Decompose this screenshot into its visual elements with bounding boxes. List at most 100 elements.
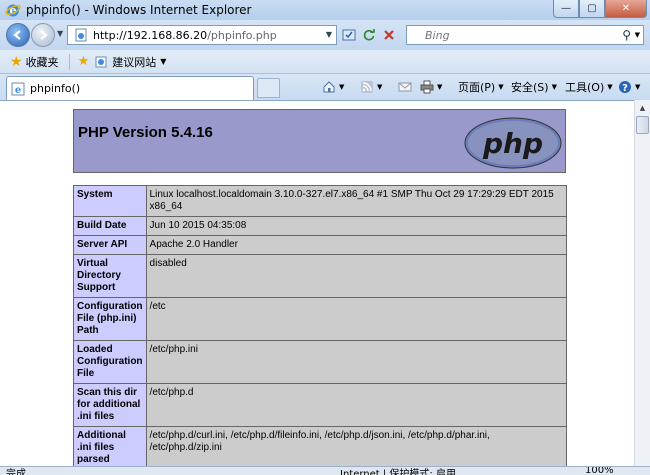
refresh-icon bbox=[363, 29, 375, 41]
close-window-button[interactable]: ✕ bbox=[605, 0, 647, 18]
home-button[interactable]: ▼ bbox=[322, 78, 344, 96]
window-title: phpinfo() - Windows Internet Explorer bbox=[26, 3, 252, 17]
tab-phpinfo[interactable]: e phpinfo() bbox=[6, 76, 254, 100]
svg-text:e: e bbox=[15, 85, 21, 96]
stop-icon bbox=[384, 30, 394, 40]
page-menu-label: 页面(P) bbox=[458, 81, 496, 94]
print-button[interactable]: ▼ bbox=[420, 78, 442, 96]
info-key: System bbox=[73, 185, 147, 217]
page-icon bbox=[75, 28, 87, 42]
search-options-dropdown-icon[interactable]: ▼ bbox=[635, 31, 640, 39]
suggested-sites-icon bbox=[95, 56, 107, 67]
chevron-down-icon: ▼ bbox=[551, 83, 557, 91]
chevron-down-icon: ▼ bbox=[437, 83, 443, 91]
new-tab-button[interactable] bbox=[257, 78, 280, 98]
security-zone[interactable]: Internet | 保护模式: 启用 bbox=[340, 467, 456, 475]
table-row: Virtual Directory Support disabled bbox=[73, 254, 568, 298]
info-key: Additional .ini files parsed bbox=[73, 426, 147, 466]
info-value: disabled bbox=[145, 254, 568, 298]
page-content: PHP Version 5.4.16 php System Linux local… bbox=[0, 100, 634, 466]
svg-text:?: ? bbox=[622, 83, 628, 94]
info-key: Virtual Directory Support bbox=[73, 254, 147, 298]
info-value: Apache 2.0 Handler bbox=[145, 235, 568, 255]
help-icon: ? bbox=[619, 81, 631, 94]
back-button[interactable] bbox=[6, 23, 30, 47]
search-input[interactable] bbox=[425, 28, 605, 42]
safety-menu[interactable]: 安全(S) ▼ bbox=[511, 78, 557, 96]
navigation-bar: ▼ http://192.168.86.20/phpinfo.php ▼ ⚲ ▼ bbox=[0, 20, 650, 50]
favorites-label: 收藏夹 bbox=[25, 55, 59, 69]
divider bbox=[68, 53, 70, 70]
address-dropdown-icon[interactable]: ▼ bbox=[326, 30, 332, 39]
compatibility-icon bbox=[342, 29, 356, 41]
tools-menu[interactable]: 工具(O) ▼ bbox=[565, 78, 613, 96]
scroll-up-icon[interactable]: ▲ bbox=[635, 100, 650, 116]
info-key: Loaded Configuration File bbox=[73, 340, 147, 384]
recent-pages-dropdown-icon[interactable]: ▼ bbox=[57, 29, 63, 38]
compatibility-view-button[interactable] bbox=[340, 25, 358, 45]
info-key: Scan this dir for additional .ini files bbox=[73, 383, 147, 427]
search-box[interactable]: ⚲ ▼ bbox=[406, 25, 644, 45]
favorites-bar: ★ 收藏夹 ★ 建议网站 ▼ bbox=[0, 50, 650, 74]
chevron-down-icon: ▼ bbox=[635, 83, 641, 91]
favorites-button[interactable]: ★ 收藏夹 bbox=[10, 54, 59, 70]
table-row: Build Date Jun 10 2015 04:35:08 bbox=[73, 216, 568, 236]
info-value: Jun 10 2015 04:35:08 bbox=[145, 216, 568, 236]
scrollbar-thumb[interactable] bbox=[636, 116, 649, 134]
php-header: PHP Version 5.4.16 php bbox=[73, 109, 566, 173]
table-row: Loaded Configuration File/etc/php.ini bbox=[73, 340, 568, 384]
chevron-down-icon: ▼ bbox=[377, 83, 383, 91]
info-value: /etc/php.d/curl.ini, /etc/php.d/fileinfo… bbox=[145, 426, 568, 466]
help-menu[interactable]: ? ▼ bbox=[618, 78, 640, 96]
safety-menu-label: 安全(S) bbox=[511, 81, 549, 94]
table-row: Additional .ini files parsed/etc/php.d/c… bbox=[73, 426, 568, 466]
suggested-sites-label: 建议网站 bbox=[112, 55, 157, 69]
zoom-level[interactable]: 100% bbox=[585, 467, 614, 475]
info-value: /etc bbox=[145, 297, 568, 341]
mail-icon bbox=[398, 82, 412, 92]
tools-menu-label: 工具(O) bbox=[565, 81, 605, 94]
suggested-sites-link[interactable]: 建议网站 ▼ bbox=[112, 54, 166, 70]
status-bar: 完成 Internet | 保护模式: 启用 100% bbox=[0, 466, 650, 475]
feeds-button[interactable]: ▼ bbox=[360, 78, 382, 96]
chevron-down-icon: ▼ bbox=[339, 83, 345, 91]
window-title-bar[interactable]: e phpinfo() - Windows Internet Explorer … bbox=[0, 0, 650, 20]
rss-feed-icon bbox=[361, 81, 373, 93]
php-info-table: System Linux localhost.localdomain 3.10.0… bbox=[73, 185, 568, 466]
url-path: /phpinfo.php bbox=[207, 28, 277, 42]
star-icon: ★ bbox=[10, 53, 23, 70]
back-arrow-icon bbox=[13, 30, 21, 40]
minimize-button[interactable]: — bbox=[553, 0, 579, 18]
info-value: Linux localhost.localdomain 3.10.0-327.e… bbox=[145, 185, 568, 217]
printer-icon bbox=[420, 80, 434, 94]
chevron-down-icon: ▼ bbox=[607, 83, 613, 91]
tab-label: phpinfo() bbox=[30, 82, 81, 95]
ie-page-icon: e bbox=[11, 82, 25, 96]
stop-button[interactable] bbox=[380, 25, 398, 45]
info-key: Configuration File (php.ini) Path bbox=[73, 297, 147, 341]
info-key: Server API bbox=[73, 235, 147, 255]
table-row: System Linux localhost.localdomain 3.10.0… bbox=[73, 185, 568, 217]
table-row: Server API Apache 2.0 Handler bbox=[73, 235, 568, 255]
info-key: Build Date bbox=[73, 216, 147, 236]
page-menu[interactable]: 页面(P) ▼ bbox=[458, 78, 504, 96]
read-mail-button[interactable] bbox=[398, 78, 412, 96]
vertical-scrollbar[interactable]: ▲ bbox=[634, 100, 650, 466]
maximize-button[interactable]: ▢ bbox=[579, 0, 605, 18]
refresh-button[interactable] bbox=[360, 25, 378, 45]
table-row: Scan this dir for additional .ini files /… bbox=[73, 383, 568, 427]
status-text: 完成 bbox=[6, 469, 26, 475]
info-value: /etc/php.ini bbox=[145, 340, 568, 384]
ie-logo-icon: e bbox=[5, 4, 21, 17]
chevron-down-icon: ▼ bbox=[498, 83, 504, 91]
forward-button[interactable] bbox=[31, 23, 55, 47]
search-icon[interactable]: ⚲ bbox=[622, 28, 631, 42]
chevron-down-icon: ▼ bbox=[160, 57, 167, 66]
url-host: http://192.168.86.20 bbox=[93, 28, 208, 42]
page-title: PHP Version 5.4.16 bbox=[78, 124, 213, 141]
add-favorite-icon[interactable]: ★ bbox=[78, 54, 90, 69]
info-value: /etc/php.d bbox=[145, 383, 568, 427]
address-bar[interactable]: http://192.168.86.20/phpinfo.php ▼ bbox=[67, 25, 337, 45]
php-logo[interactable]: php bbox=[463, 116, 563, 170]
table-row: Configuration File (php.ini) Path/etc bbox=[73, 297, 568, 341]
